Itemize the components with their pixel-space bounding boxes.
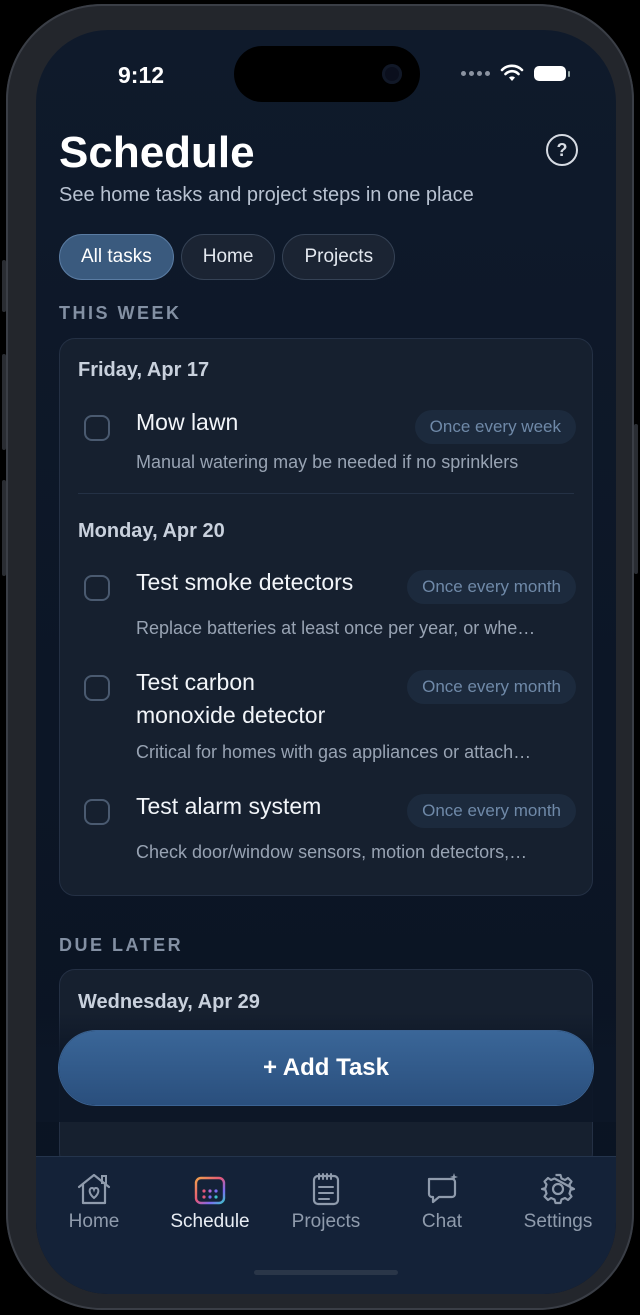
date-heading: Friday, Apr 17 bbox=[78, 359, 210, 381]
frequency-badge: Once every month bbox=[407, 570, 576, 604]
house-heart-icon bbox=[77, 1173, 111, 1205]
dynamic-island bbox=[234, 46, 420, 102]
task-checkbox[interactable] bbox=[84, 575, 110, 601]
task-description: Replace batteries at least once per year… bbox=[136, 618, 536, 638]
tab-label: Home bbox=[68, 1211, 120, 1232]
section-due-later: DUE LATER bbox=[59, 935, 184, 955]
tab-label: Chat bbox=[421, 1211, 463, 1232]
volume-up-button bbox=[2, 354, 6, 450]
task-checkbox[interactable] bbox=[84, 415, 110, 441]
mute-switch bbox=[2, 260, 6, 312]
tab-label: Schedule bbox=[170, 1211, 250, 1232]
section-this-week: THIS WEEK bbox=[59, 303, 182, 323]
status-icons bbox=[461, 64, 570, 82]
task-title: Test smoke detectors bbox=[136, 569, 354, 595]
task-title: Test alarm system bbox=[136, 793, 322, 819]
task-title-line1: Test carbon bbox=[136, 669, 255, 695]
phone-frame: 9:12 Schedule ? See home tasks and proje… bbox=[2, 4, 638, 1310]
this-week-card: Friday, Apr 17 Mow lawn Once every week … bbox=[59, 338, 593, 896]
task-description: Check door/window sensors, motion detect… bbox=[136, 842, 528, 862]
filter-chips: All tasks Home Projects bbox=[59, 234, 396, 280]
help-icon[interactable]: ? bbox=[546, 134, 578, 166]
filter-home[interactable]: Home bbox=[180, 234, 276, 280]
filter-projects[interactable]: Projects bbox=[282, 234, 396, 280]
tab-label: Settings bbox=[523, 1211, 593, 1232]
filter-all-tasks[interactable]: All tasks bbox=[59, 234, 174, 280]
page-title: Schedule bbox=[59, 128, 255, 177]
tab-chat[interactable]: Chat bbox=[384, 1171, 500, 1233]
frequency-badge: Once every month bbox=[407, 670, 576, 704]
signal-icon bbox=[461, 70, 490, 76]
page-subtitle: See home tasks and project steps in one … bbox=[59, 184, 474, 206]
task-description: Manual watering may be needed if no spri… bbox=[136, 452, 519, 472]
camera-icon bbox=[382, 64, 402, 84]
app-screen: 9:12 Schedule ? See home tasks and proje… bbox=[36, 30, 616, 1294]
battery-icon bbox=[534, 65, 570, 81]
frequency-badge: Once every week bbox=[414, 410, 576, 444]
date-heading: Monday, Apr 20 bbox=[78, 520, 225, 542]
tab-settings[interactable]: Settings bbox=[500, 1171, 616, 1233]
task-checkbox[interactable] bbox=[84, 675, 110, 701]
frequency-badge: Once every month bbox=[407, 794, 576, 828]
gear-icon bbox=[540, 1173, 576, 1205]
task-title-line2: monoxide detector bbox=[136, 702, 326, 728]
wifi-icon bbox=[500, 64, 524, 81]
calendar-icon bbox=[194, 1172, 226, 1205]
tab-projects[interactable]: Projects bbox=[268, 1171, 384, 1233]
task-title: Mow lawn bbox=[136, 409, 239, 435]
volume-down-button bbox=[2, 480, 6, 576]
home-indicator[interactable] bbox=[254, 1270, 398, 1275]
clipboard-list-icon bbox=[312, 1173, 340, 1206]
status-time: 9:12 bbox=[118, 62, 165, 88]
add-task-button[interactable]: + Add Task bbox=[59, 1031, 593, 1105]
divider bbox=[78, 493, 574, 494]
task-checkbox[interactable] bbox=[84, 799, 110, 825]
date-heading: Wednesday, Apr 29 bbox=[78, 991, 260, 1013]
tab-home[interactable]: Home bbox=[36, 1171, 152, 1233]
power-button bbox=[634, 424, 638, 574]
chat-sparkle-icon bbox=[427, 1173, 458, 1204]
tab-schedule[interactable]: Schedule bbox=[152, 1171, 268, 1233]
task-description: Critical for homes with gas appliances o… bbox=[136, 742, 532, 762]
tab-label: Projects bbox=[291, 1211, 361, 1232]
